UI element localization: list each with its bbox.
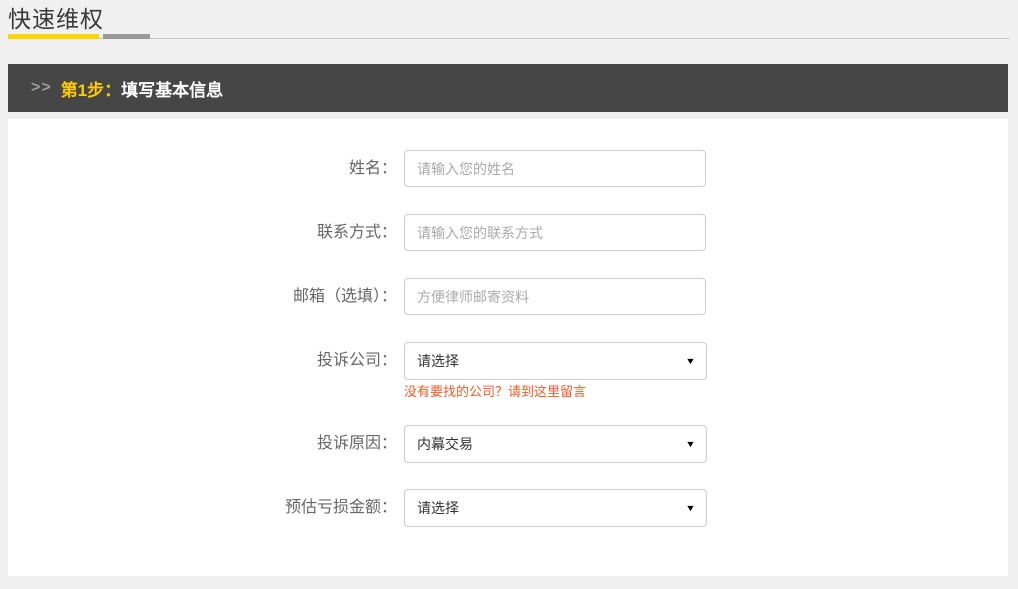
accent-bar-yellow	[8, 34, 99, 39]
form-row-name: 姓名：	[8, 150, 1008, 187]
title-underline	[8, 34, 1010, 40]
chevron-down-icon: ▼	[685, 503, 696, 513]
form-row-contact: 联系方式：	[8, 214, 1008, 251]
loss-label: 预估亏损金额：	[8, 489, 404, 526]
reason-select-value: 内幕交易	[417, 434, 473, 454]
form-row-loss: 预估亏损金额： 请选择 ▼	[8, 489, 1008, 527]
chevron-down-icon: ▼	[685, 356, 696, 366]
company-select[interactable]: 请选择 ▼	[404, 342, 707, 380]
form-panel: 姓名： 联系方式： 邮箱（选填）： 投诉公司： 请选择 ▼ 没有要找的公司？请到…	[8, 119, 1008, 576]
company-select-value: 请选择	[417, 351, 459, 371]
step-title-label: 填写基本信息	[121, 76, 223, 101]
email-input[interactable]	[404, 278, 706, 315]
company-missing-link[interactable]: 没有要找的公司？请到这里留言	[404, 384, 707, 399]
name-label: 姓名：	[8, 150, 404, 187]
divider-line	[8, 38, 1010, 39]
contact-label: 联系方式：	[8, 214, 404, 251]
form-row-email: 邮箱（选填）：	[8, 278, 1008, 315]
step-header-bar: >> 第1步： 填写基本信息	[8, 64, 1008, 112]
form-row-company: 投诉公司： 请选择 ▼ 没有要找的公司？请到这里留言	[8, 342, 1008, 399]
page: 快速维权 >> 第1步： 填写基本信息 姓名： 联系方式： 邮箱（选填）： 投诉…	[0, 0, 1016, 576]
email-label: 邮箱（选填）：	[8, 278, 404, 315]
loss-select[interactable]: 请选择 ▼	[404, 489, 707, 527]
reason-select[interactable]: 内幕交易 ▼	[404, 425, 707, 463]
form-row-reason: 投诉原因： 内幕交易 ▼	[8, 425, 1008, 463]
company-field-stack: 请选择 ▼ 没有要找的公司？请到这里留言	[404, 342, 707, 399]
step-number-label: 第1步：	[61, 76, 121, 101]
chevron-down-icon: ▼	[685, 439, 696, 449]
loss-select-value: 请选择	[417, 498, 459, 518]
company-label: 投诉公司：	[8, 342, 404, 379]
contact-input[interactable]	[404, 214, 706, 251]
accent-bar-gray	[103, 34, 150, 39]
reason-label: 投诉原因：	[8, 425, 404, 462]
page-title: 快速维权	[8, 0, 1008, 33]
name-input[interactable]	[404, 150, 706, 187]
double-chevron-icon: >>	[31, 79, 52, 97]
